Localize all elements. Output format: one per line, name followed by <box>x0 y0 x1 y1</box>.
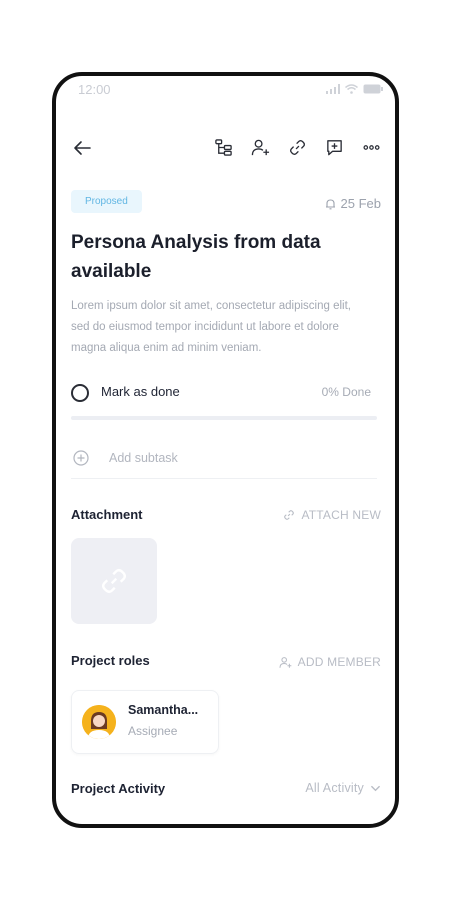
hierarchy-icon[interactable] <box>214 138 233 157</box>
bell-icon <box>325 198 335 209</box>
avatar <box>82 705 116 739</box>
signal-icon <box>326 84 340 94</box>
done-checkbox[interactable] <box>71 384 89 402</box>
activity-filter-label: All Activity <box>305 781 364 795</box>
add-subtask-row[interactable]: Add subtask <box>71 448 377 479</box>
add-member-button[interactable]: ADD MEMBER <box>279 655 381 669</box>
member-role: Assignee <box>128 724 178 738</box>
mark-done-label: Mark as done <box>101 384 180 399</box>
task-description: Lorem ipsum dolor sit amet, consectetur … <box>71 300 351 354</box>
wifi-icon <box>345 84 358 94</box>
member-name: Samantha... <box>128 703 199 717</box>
attachment-heading: Attachment <box>71 507 143 522</box>
due-date-text: 25 Feb <box>340 196 381 211</box>
due-date: 25 Feb <box>325 196 381 211</box>
project-roles-heading: Project roles <box>71 653 150 668</box>
toolbar-actions <box>214 138 381 157</box>
link-icon <box>284 510 295 520</box>
chevron-down-icon <box>371 785 380 791</box>
more-options-icon[interactable] <box>362 138 381 157</box>
attach-new-button[interactable]: ATTACH NEW <box>283 508 381 522</box>
progress-percent: 0% Done <box>321 385 371 399</box>
progress-bar <box>71 416 377 420</box>
person-avatar-icon <box>82 705 116 739</box>
mark-done-row[interactable]: Mark as done 0% Done <box>71 382 377 404</box>
status-time: 12:00 <box>78 82 111 97</box>
status-badge: Proposed <box>71 190 142 213</box>
add-member-label: ADD MEMBER <box>297 655 381 669</box>
battery-icon <box>363 84 383 94</box>
link-icon <box>102 569 126 593</box>
add-user-icon <box>279 656 292 668</box>
add-user-icon[interactable] <box>251 138 270 157</box>
activity-filter-dropdown[interactable]: All Activity <box>305 781 381 795</box>
link-icon[interactable] <box>288 138 307 157</box>
status-bar: 12:00 <box>56 76 395 104</box>
system-icons <box>326 84 383 94</box>
add-comment-icon[interactable] <box>325 138 344 157</box>
project-activity-heading: Project Activity <box>71 781 166 796</box>
plus-circle-icon <box>73 450 89 466</box>
add-subtask-label: Add subtask <box>109 451 178 465</box>
task-title: Persona Analysis from data available <box>71 232 321 282</box>
top-toolbar <box>56 136 395 166</box>
member-card[interactable]: Samantha... Assignee <box>71 690 219 754</box>
attach-new-label: ATTACH NEW <box>301 508 381 522</box>
attachment-thumbnail[interactable] <box>71 538 157 624</box>
phone-frame: 12:00 Proposed 25 Feb Persona Analysis f… <box>52 72 399 828</box>
back-arrow-icon[interactable] <box>70 136 94 160</box>
